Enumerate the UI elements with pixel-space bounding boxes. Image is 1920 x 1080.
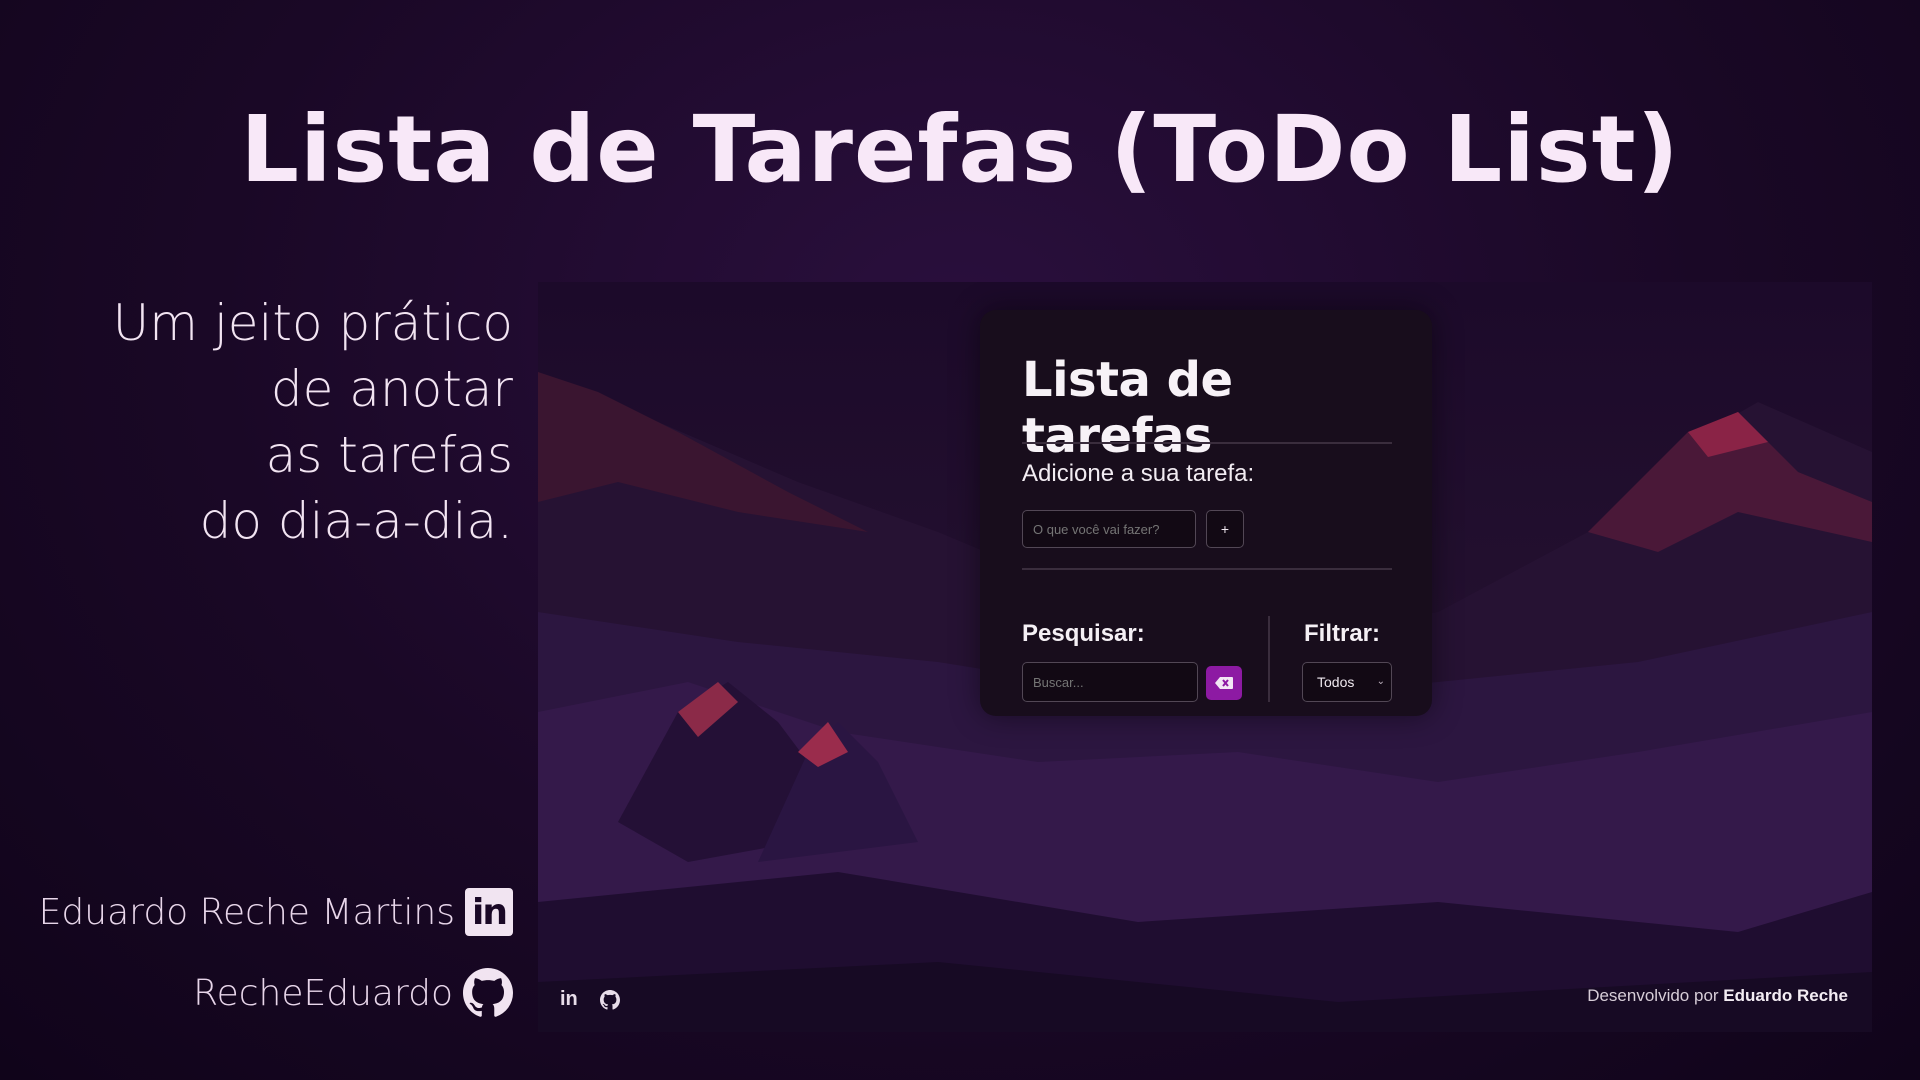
app-title: Lista de tarefas	[1022, 352, 1233, 464]
tagline-line: Um jeito prático	[112, 294, 513, 352]
clear-search-button[interactable]	[1206, 666, 1242, 700]
divider	[1022, 442, 1392, 444]
tagline-line: as tarefas	[265, 426, 513, 484]
github-icon[interactable]	[599, 989, 620, 1010]
filter-select[interactable]: Todos ⌄	[1302, 662, 1392, 702]
search-label: Pesquisar:	[1022, 620, 1145, 647]
add-task-label: Adicione a sua tarefa:	[1022, 460, 1255, 487]
todo-card: Lista de tarefas Adicione a sua tarefa: …	[980, 310, 1432, 716]
tagline-line: do dia-a-dia.	[199, 492, 513, 550]
main-title: Lista de Tarefas (ToDo List)	[240, 96, 1680, 203]
linkedin-icon[interactable]: in	[465, 888, 513, 936]
credit-prefix: Desenvolvido por	[1587, 986, 1719, 1005]
github-icon[interactable]	[463, 968, 513, 1018]
developer-credit: Desenvolvido por Eduardo Reche	[1587, 986, 1848, 1006]
tagline-line: de anotar	[270, 360, 513, 418]
credit-name[interactable]: Eduardo Reche	[1723, 986, 1848, 1005]
author-github-row[interactable]: RecheEduardo	[193, 968, 513, 1018]
filter-label: Filtrar:	[1304, 620, 1381, 647]
divider	[1022, 568, 1392, 570]
github-username: RecheEduardo	[193, 972, 453, 1014]
add-task-input[interactable]	[1022, 510, 1196, 548]
author-linkedin-row[interactable]: Eduardo Reche Martins in	[39, 888, 513, 936]
filter-selected-value: Todos	[1317, 674, 1355, 690]
add-task-button[interactable]: +	[1206, 510, 1244, 548]
backspace-icon	[1215, 677, 1233, 689]
vertical-divider	[1268, 616, 1270, 702]
search-input[interactable]	[1022, 662, 1198, 702]
author-name: Eduardo Reche Martins	[38, 891, 455, 933]
chevron-down-icon: ⌄	[1376, 676, 1385, 687]
app-screenshot: Lista de tarefas Adicione a sua tarefa: …	[538, 282, 1872, 1032]
footer-social-icons: in	[560, 988, 620, 1011]
tagline: Um jeito prático de anotar as tarefas do…	[113, 290, 513, 554]
linkedin-icon[interactable]: in	[560, 988, 578, 1011]
